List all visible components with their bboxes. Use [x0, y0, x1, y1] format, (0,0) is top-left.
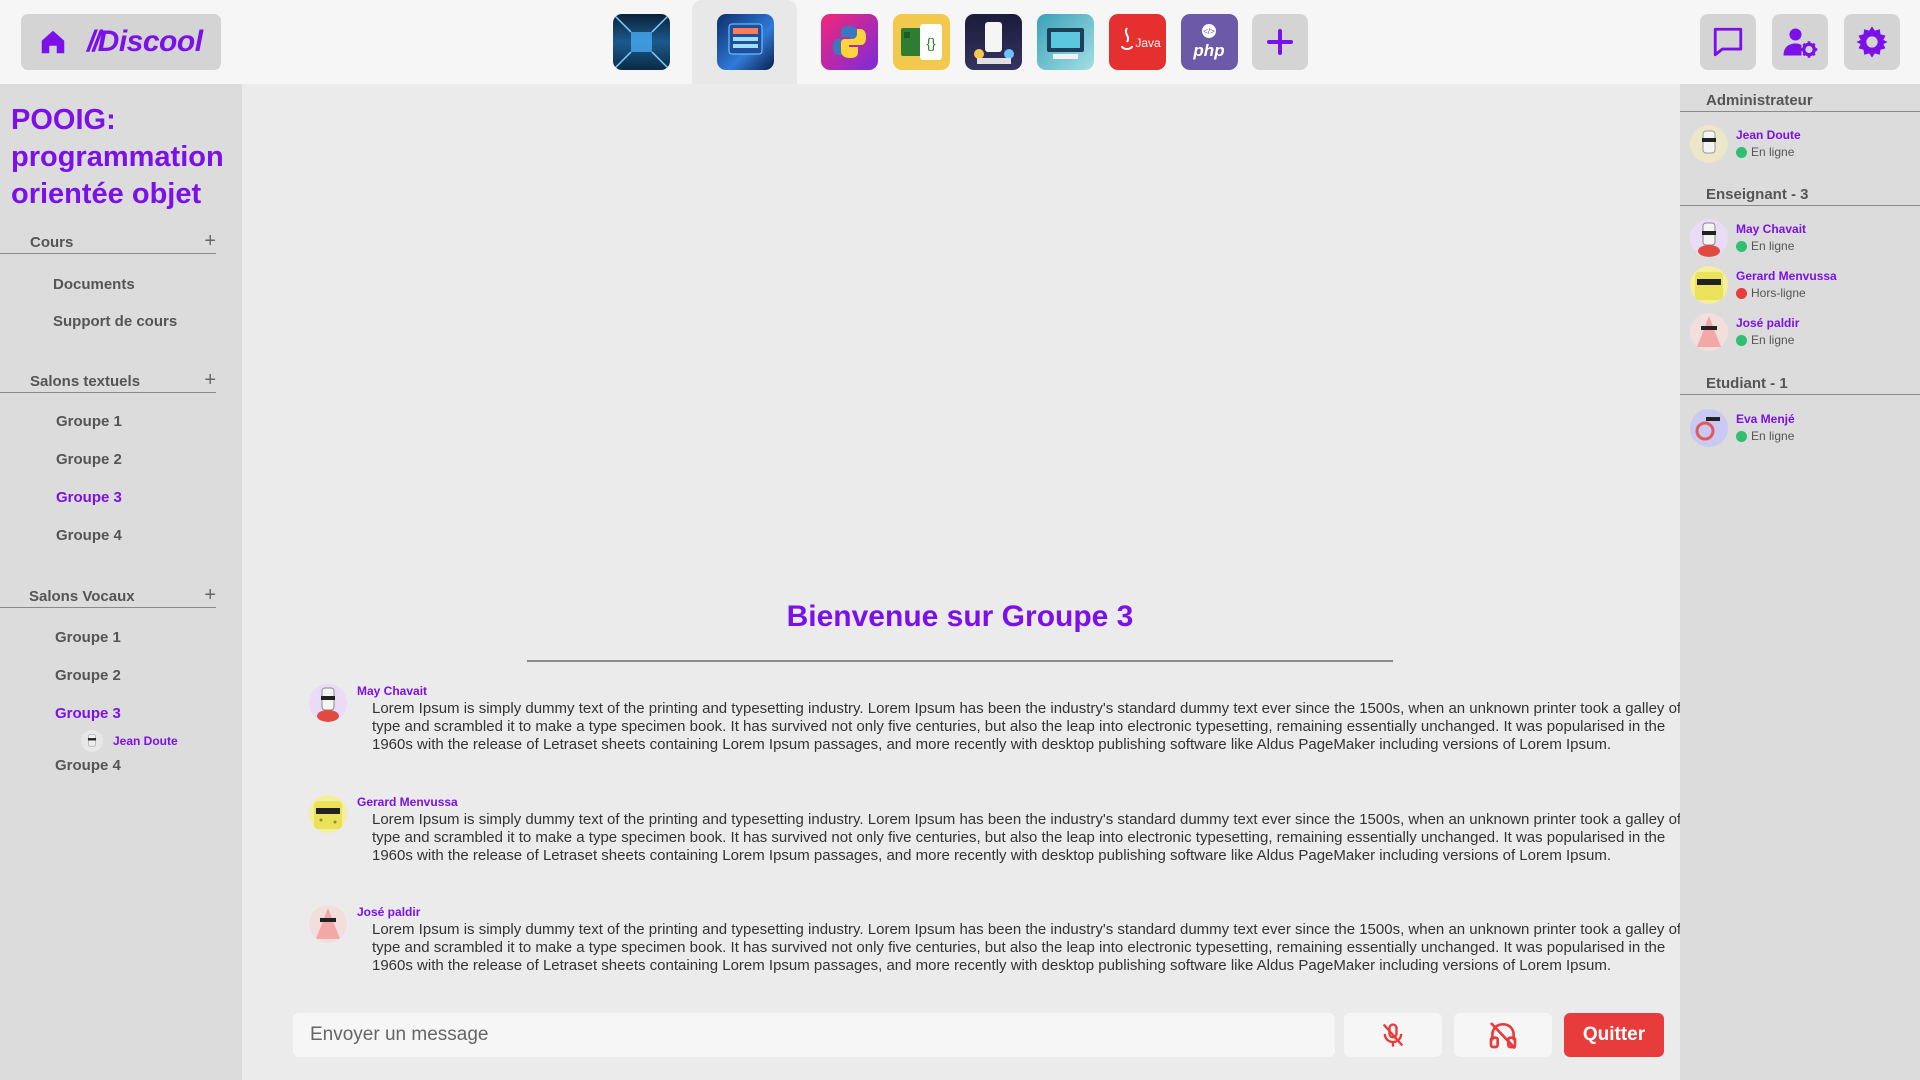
- role-header-teachers: Enseignant - 3: [1680, 178, 1920, 206]
- home-icon[interactable]: [35, 24, 71, 60]
- course-title: POOIG: programmation orientée objet: [11, 104, 224, 210]
- php-icon[interactable]: </> php: [1181, 14, 1238, 70]
- chat-bubble-icon: [1713, 27, 1743, 57]
- avatar: [1690, 313, 1728, 351]
- raspberry-code-icon[interactable]: {}: [893, 14, 950, 70]
- member-status: Hors-ligne: [1736, 286, 1806, 300]
- message-text: Lorem Ipsum is simply dummy text of the …: [372, 921, 1682, 974]
- member-status: En ligne: [1736, 239, 1794, 253]
- text-channel-groupe-4[interactable]: Groupe 4: [56, 527, 122, 544]
- member-name: Jean Doute: [1736, 128, 1801, 142]
- section-textuels-label: Salons textuels: [30, 373, 141, 390]
- online-dot-icon: [1736, 334, 1747, 346]
- settings-button[interactable]: [1844, 14, 1900, 70]
- user-gear-icon: [1783, 28, 1818, 58]
- section-vocaux-label: Salons Vocaux: [29, 588, 135, 605]
- deafen-button[interactable]: [1454, 1013, 1552, 1057]
- text-channel-groupe-2[interactable]: Groupe 2: [56, 451, 122, 468]
- online-dot-icon: [1736, 430, 1747, 442]
- member-name: Gerard Menvussa: [1736, 269, 1837, 283]
- voice-channel-groupe-4[interactable]: Groupe 4: [55, 757, 121, 774]
- avatar: [309, 684, 347, 722]
- online-dot-icon: [1736, 240, 1747, 252]
- message-composer[interactable]: [293, 1013, 1335, 1057]
- discool-logo: //Discool: [87, 25, 203, 58]
- messages-button[interactable]: [1700, 14, 1756, 70]
- headphones-off-icon: [1489, 1022, 1517, 1050]
- welcome-divider: [527, 660, 1393, 662]
- member-status: En ligne: [1736, 429, 1794, 443]
- server-datacenter-icon[interactable]: [717, 14, 774, 70]
- message-author: José paldir: [357, 905, 421, 919]
- svg-text:php: php: [1192, 41, 1224, 60]
- online-dot-icon: [1736, 146, 1747, 158]
- avatar: [309, 795, 347, 833]
- quit-button[interactable]: Quitter: [1564, 1013, 1664, 1057]
- voice-channel-groupe-2[interactable]: Groupe 2: [55, 667, 121, 684]
- dev-desk-icon[interactable]: [1037, 14, 1094, 70]
- svg-text:Java: Java: [1135, 36, 1161, 50]
- member-item[interactable]: Jean Doute En ligne: [1690, 125, 1920, 165]
- member-name: May Chavait: [1736, 222, 1807, 236]
- members-sidebar: Administrateur Jean Doute En ligne Ensei…: [1680, 84, 1920, 1080]
- java-icon[interactable]: Java: [1109, 14, 1166, 70]
- voice-connected-user: Jean Doute: [113, 734, 178, 748]
- welcome-title: Bienvenue sur Groupe 3: [786, 600, 1134, 633]
- avatar: [309, 905, 347, 943]
- channel-sidebar: POOIG: programmation orientée objet Cour…: [0, 84, 242, 1080]
- gear-icon: [1856, 26, 1888, 58]
- channel-documents[interactable]: Documents: [53, 276, 135, 293]
- member-item[interactable]: José paldir En ligne: [1690, 313, 1920, 353]
- member-name: Eva Menjé: [1736, 412, 1795, 426]
- avatar: [1690, 409, 1728, 447]
- home-logo-group[interactable]: //Discool: [21, 14, 221, 70]
- text-channel-groupe-3[interactable]: Groupe 3: [56, 489, 122, 506]
- member-status: En ligne: [1736, 145, 1794, 159]
- role-teachers-label: Enseignant - 3: [1706, 186, 1809, 203]
- member-item[interactable]: Gerard Menvussa Hors-ligne: [1690, 266, 1920, 306]
- message-text: Lorem Ipsum is simply dummy text of the …: [372, 811, 1682, 864]
- top-bar: //Discool {} Java </> php: [0, 0, 1920, 84]
- offline-dot-icon: [1736, 287, 1747, 299]
- avatar: [81, 730, 103, 752]
- mobile-dev-icon[interactable]: [965, 14, 1022, 70]
- text-channel-groupe-1[interactable]: Groupe 1: [56, 413, 122, 430]
- avatar: [1690, 266, 1728, 304]
- svg-text:{}: {}: [926, 35, 936, 51]
- section-cours: Cours +: [0, 230, 216, 254]
- member-item[interactable]: May Chavait En ligne: [1690, 219, 1920, 259]
- message-input[interactable]: [310, 1024, 1335, 1046]
- mic-off-icon: [1382, 1023, 1404, 1047]
- role-header-students: Etudiant - 1: [1680, 367, 1920, 395]
- section-cours-label: Cours: [30, 234, 74, 251]
- role-students-label: Etudiant - 1: [1706, 375, 1788, 392]
- section-salons-vocaux: Salons Vocaux +: [0, 584, 216, 608]
- message-author: May Chavait: [357, 684, 428, 698]
- plus-icon: [1267, 29, 1293, 55]
- avatar: [1690, 219, 1728, 257]
- add-server-button[interactable]: [1252, 14, 1308, 70]
- voice-channel-groupe-3[interactable]: Groupe 3: [55, 705, 121, 722]
- add-voice-channel-icon[interactable]: +: [204, 584, 216, 607]
- member-item[interactable]: Eva Menjé En ligne: [1690, 409, 1920, 449]
- user-settings-button[interactable]: [1772, 14, 1828, 70]
- add-course-icon[interactable]: +: [204, 230, 216, 253]
- member-name: José paldir: [1736, 316, 1800, 330]
- python-icon[interactable]: [821, 14, 878, 70]
- message-text: Lorem Ipsum is simply dummy text of the …: [372, 700, 1682, 753]
- svg-text:</>: </>: [1203, 27, 1215, 36]
- channel-support-de-cours[interactable]: Support de cours: [53, 313, 177, 330]
- role-header-admin: Administrateur: [1680, 84, 1920, 112]
- role-admin-label: Administrateur: [1706, 92, 1813, 109]
- add-text-channel-icon[interactable]: +: [204, 369, 216, 392]
- server-corridor-icon[interactable]: [613, 14, 670, 70]
- avatar: [1690, 125, 1728, 163]
- message-author: Gerard Menvussa: [357, 795, 458, 809]
- mute-mic-button[interactable]: [1344, 1013, 1442, 1057]
- voice-channel-groupe-1[interactable]: Groupe 1: [55, 629, 121, 646]
- section-salons-textuels: Salons textuels +: [0, 369, 216, 393]
- member-status: En ligne: [1736, 333, 1794, 347]
